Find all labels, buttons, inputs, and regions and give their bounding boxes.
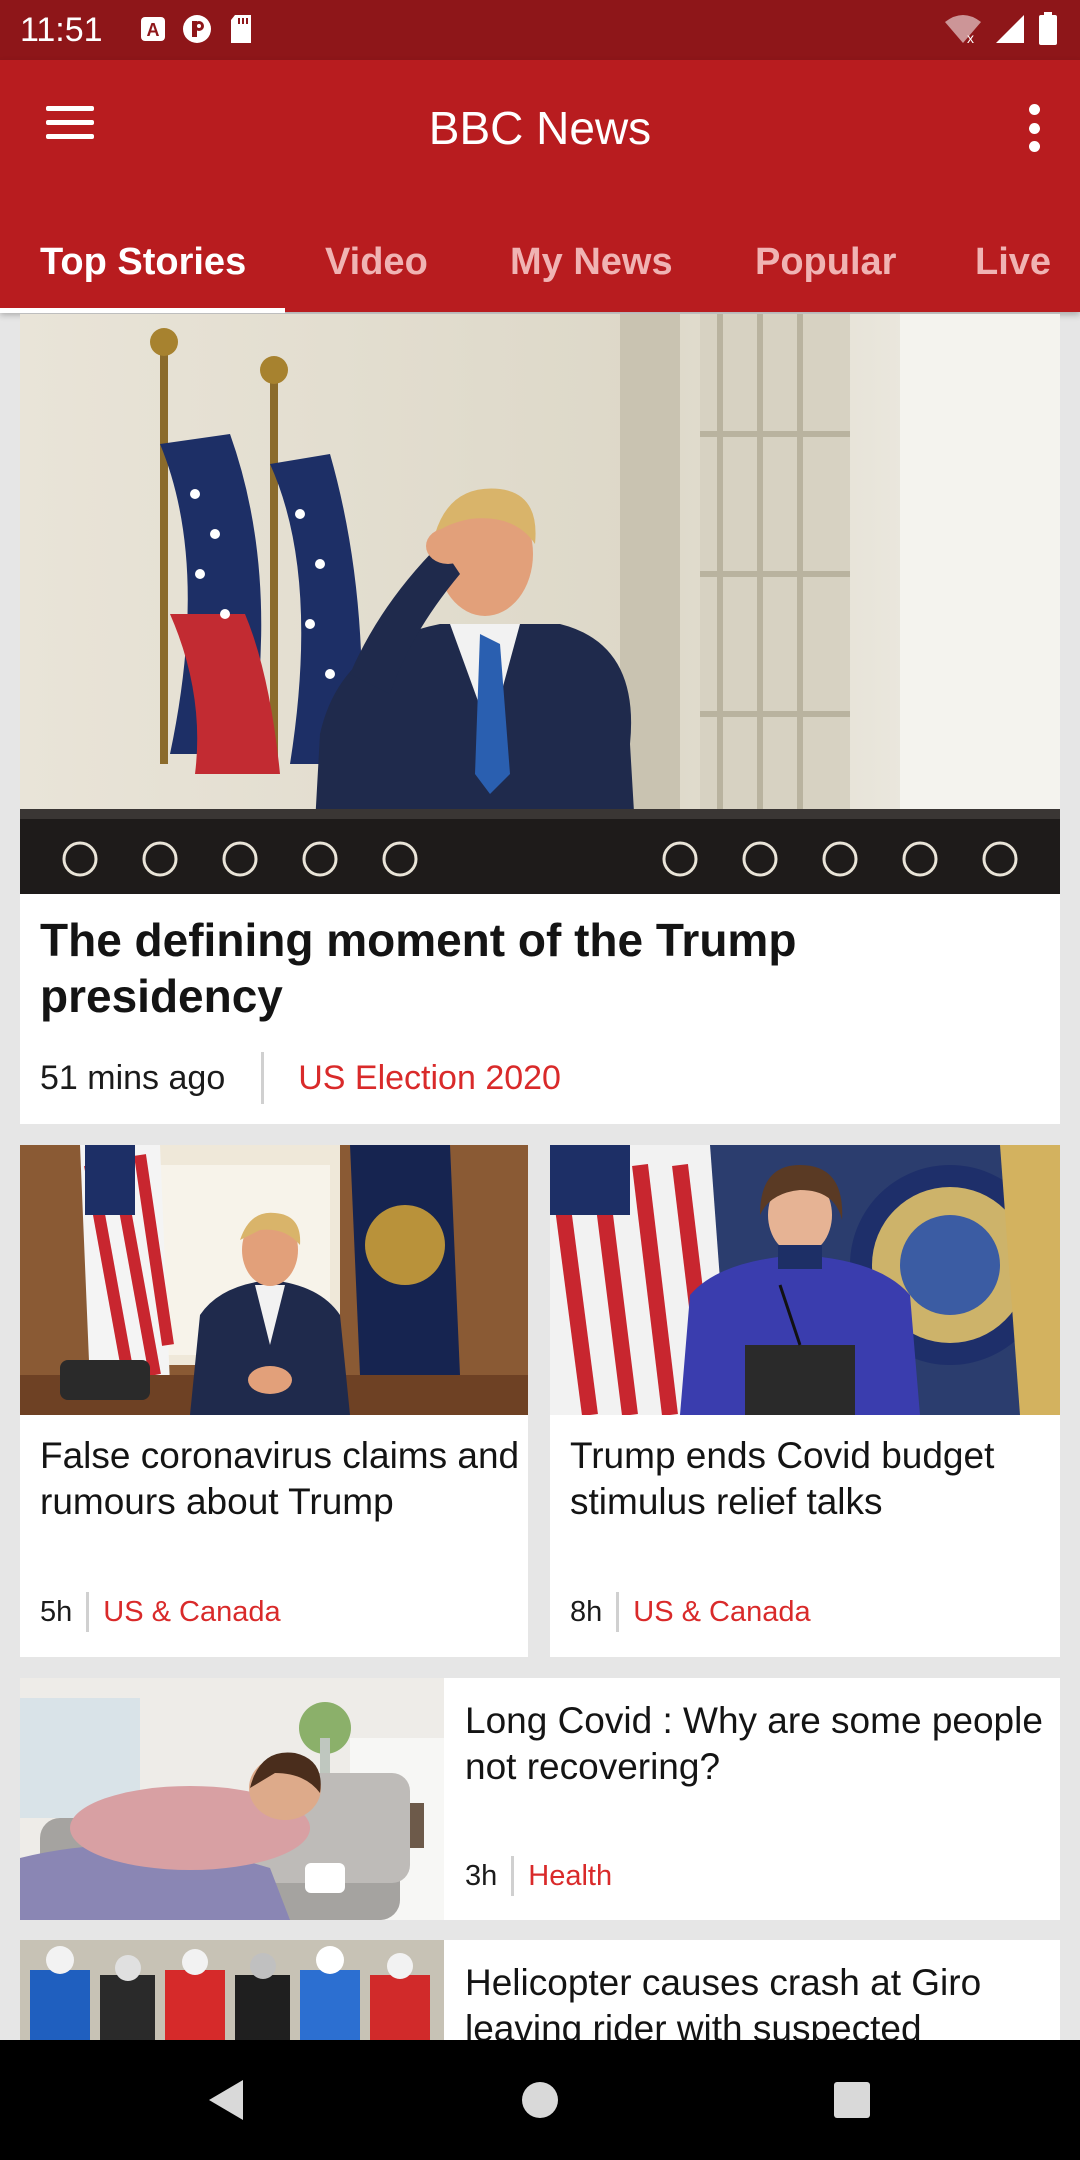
- tab-live[interactable]: Live: [975, 224, 1051, 312]
- story-time: 51 mins ago: [40, 1058, 226, 1097]
- meta-divider: [511, 1856, 515, 1896]
- list-story-headline: Long Covid : Why are some people not rec…: [465, 1700, 1043, 1787]
- tab-popular[interactable]: Popular: [755, 224, 896, 312]
- story-category[interactable]: US & Canada: [633, 1596, 810, 1629]
- story-time: 5h: [40, 1595, 73, 1628]
- list-story-card[interactable]: Helicopter causes crash at Giro leaving …: [20, 1940, 1060, 2040]
- list-story-card[interactable]: Long Covid : Why are some people not rec…: [20, 1678, 1060, 1920]
- lead-story-image: [20, 314, 1060, 914]
- list-story-headline: Helicopter causes crash at Giro leaving …: [465, 1962, 982, 2040]
- grid-story-image: [550, 1145, 1060, 1417]
- back-icon[interactable]: [205, 2078, 245, 2127]
- lead-story-card[interactable]: The defining moment of the Trump preside…: [20, 314, 1060, 1124]
- meta-divider: [86, 1592, 90, 1632]
- home-icon[interactable]: [521, 2081, 559, 2124]
- status-bar: 11:51 A x: [0, 0, 1080, 60]
- more-options-icon[interactable]: [1022, 104, 1046, 152]
- svg-text:x: x: [967, 30, 974, 45]
- grid-story-headline: False coronavirus claims and rumours abo…: [40, 1435, 520, 1522]
- grid-story-image: [20, 1145, 528, 1415]
- grid-story-card[interactable]: Trump ends Covid budget stimulus relief …: [550, 1145, 1060, 1657]
- system-nav-bar: [0, 2040, 1080, 2160]
- a-badge-icon: A: [138, 14, 168, 44]
- p-circle-icon: [182, 14, 212, 44]
- tab-bar: Top Stories Video My News Popular Live: [0, 224, 1080, 312]
- list-story-meta: 3h Health: [465, 1854, 612, 1898]
- grid-story-card[interactable]: False coronavirus claims and rumours abo…: [20, 1145, 528, 1657]
- lead-story-headline: The defining moment of the Trump preside…: [40, 914, 797, 1022]
- grid-story-meta: 8h US & Canada: [570, 1590, 811, 1634]
- sd-card-icon: [226, 14, 256, 44]
- lead-story-meta: 51 mins ago US Election 2020: [40, 1050, 561, 1106]
- grid-story-headline: Trump ends Covid budget stimulus relief …: [570, 1435, 995, 1522]
- recents-icon[interactable]: [834, 2082, 870, 2123]
- wifi-icon: x: [944, 13, 982, 50]
- status-time: 11:51: [20, 11, 103, 49]
- signal-icon: [994, 13, 1026, 50]
- app-bar: BBC News Top Stories Video My News Popul…: [0, 60, 1080, 313]
- story-category[interactable]: US Election 2020: [298, 1059, 561, 1098]
- story-time: 8h: [570, 1595, 603, 1628]
- story-time: 3h: [465, 1859, 498, 1892]
- battery-icon: [1038, 12, 1058, 51]
- list-story-image: [20, 1678, 444, 1920]
- tab-indicator: [0, 308, 285, 313]
- story-category[interactable]: US & Canada: [103, 1596, 280, 1629]
- tab-top-stories[interactable]: Top Stories: [40, 224, 246, 312]
- svg-text:A: A: [147, 20, 160, 40]
- app-title: BBC News: [428, 102, 652, 154]
- meta-divider: [261, 1052, 265, 1104]
- tab-my-news[interactable]: My News: [510, 224, 673, 312]
- list-story-image: [20, 1940, 444, 2040]
- grid-story-meta: 5h US & Canada: [40, 1590, 281, 1634]
- tab-video[interactable]: Video: [325, 224, 428, 312]
- meta-divider: [616, 1592, 620, 1632]
- story-category[interactable]: Health: [528, 1860, 612, 1893]
